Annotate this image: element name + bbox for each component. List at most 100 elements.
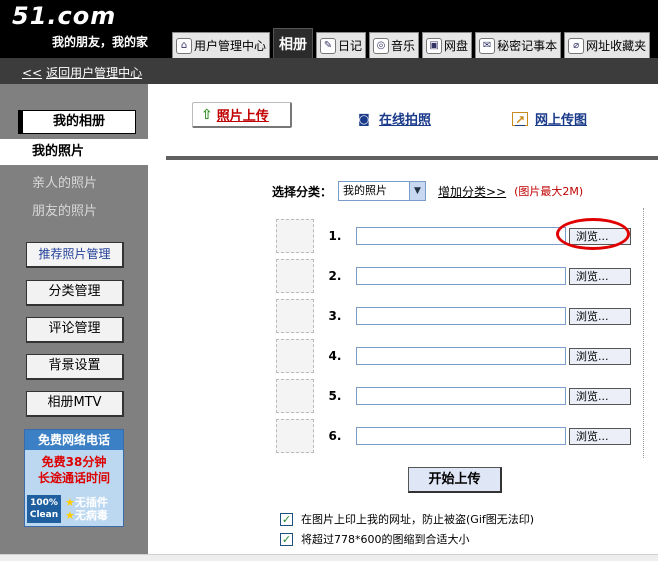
browse-button[interactable]: 浏览... [569, 267, 631, 285]
tab-label: 秘密记事本 [497, 39, 558, 53]
photo-thumbnail [276, 379, 314, 413]
tab-music[interactable]: ◎ 音乐 [369, 32, 420, 58]
photo-thumbnail [276, 259, 314, 293]
resize-option[interactable]: ✓ 将超过778*600的图缩到合适大小 [280, 531, 470, 547]
ad-line-2: 长途通话时间 [37, 471, 110, 485]
web-upload-link[interactable]: ↗ 网上传图 [512, 109, 587, 128]
picture-icon: ↗ [512, 111, 528, 127]
category-select[interactable]: 我的照片 ▼ [338, 181, 427, 201]
site-logo[interactable]: 51.com [12, 2, 172, 32]
tab-label: 相册 [279, 36, 308, 53]
notebook-icon: ✎ [320, 37, 337, 54]
checkmark-icon[interactable]: ✓ [280, 512, 293, 526]
tab-bookmarks[interactable]: ⌀ 网址收藏夹 [564, 32, 651, 58]
online-photo-link[interactable]: ◙ 在线拍照 [356, 109, 432, 129]
sidebar-item-friend-photos[interactable]: 朋友的照片 [32, 200, 97, 219]
camera-icon: ◙ [358, 111, 370, 126]
watermark-option-label: 在图片上印上我的网址，防止被盗(Gif图无法印) [301, 513, 535, 526]
highlight-annotation-circle [556, 218, 630, 250]
ad-line-1: 免费38分钟 [41, 455, 107, 469]
sub-nav-bar: << 返回用户管理中心 [0, 58, 658, 84]
resize-option-label: 将超过778*600的图缩到合适大小 [301, 533, 470, 546]
row-number: 3. [328, 309, 342, 323]
tab-user-center[interactable]: ⌂ 用户管理中心 [172, 32, 271, 58]
row-number: 1. [328, 229, 342, 243]
file-path-input[interactable] [356, 347, 566, 365]
watermark-option[interactable]: ✓ 在图片上印上我的网址，防止被盗(Gif图无法印) [280, 511, 534, 527]
main-tabs: ⌂ 用户管理中心 相册 ✎ 日记 ◎ 音乐 ▣ 网盘 ✉ 秘密记事本 ⌀ 网址收… [172, 28, 653, 58]
max-size-note: (图片最大2M) [514, 185, 584, 198]
add-category-link[interactable]: 增加分类>> [438, 183, 506, 200]
chevron-down-icon[interactable]: ▼ [409, 182, 426, 200]
category-select-value: 我的照片 [343, 184, 388, 197]
tab-netdisk[interactable]: ▣ 网盘 [422, 32, 473, 58]
file-path-input[interactable] [356, 427, 566, 445]
tab-label: 网址收藏夹 [586, 39, 647, 53]
row-number: 4. [328, 349, 342, 363]
free-call-ad-banner[interactable]: 免费网络电话 免费38分钟 长途通话时间 100% Clean ★无插件 ★无病… [24, 429, 124, 527]
online-photo-label: 在线拍照 [379, 113, 432, 128]
file-row-4: 4. 浏览... [276, 339, 631, 373]
tab-label: 日记 [338, 39, 363, 53]
recommended-photos-button[interactable]: 推荐照片管理 [26, 242, 124, 268]
file-row-6: 6. 浏览... [276, 419, 631, 453]
photo-thumbnail [276, 219, 314, 253]
row-number: 5. [328, 389, 342, 403]
back-link-label: 返回用户管理中心 [46, 66, 143, 80]
browse-button[interactable]: 浏览... [569, 347, 631, 365]
checkmark-icon[interactable]: ✓ [280, 532, 293, 546]
ad-tag-1: 无插件 [74, 496, 108, 509]
browse-button[interactable]: 浏览... [569, 307, 631, 325]
sidebar-item-family-photos[interactable]: 亲人的照片 [32, 172, 97, 191]
browse-button[interactable]: 浏览... [569, 427, 631, 445]
disk-icon: ▣ [426, 37, 443, 54]
clean-badge: 100% Clean [27, 495, 61, 523]
file-path-input[interactable] [356, 387, 566, 405]
category-row: 选择分类： 我的照片 ▼ 增加分类>> (图片最大2M) [272, 181, 583, 201]
ad-tags: ★无插件 ★无病毒 [65, 496, 108, 522]
tab-album[interactable]: 相册 [273, 28, 314, 58]
row-number: 6. [328, 429, 342, 443]
browse-button[interactable]: 浏览... [569, 387, 631, 405]
tab-diary[interactable]: ✎ 日记 [316, 32, 367, 58]
bottom-strip [0, 554, 658, 561]
main-content: ⇧ 照片上传 ◙ 在线拍照 ↗ 网上传图 选择分类： 我的照片 ▼ 增加分类>>… [148, 84, 658, 554]
sidebar-item-my-photos[interactable]: 我的照片 [0, 139, 148, 165]
file-row-5: 5. 浏览... [276, 379, 631, 413]
file-path-input[interactable] [356, 267, 566, 285]
photo-thumbnail [276, 419, 314, 453]
star-icon: ★ [65, 496, 75, 509]
site-slogan: 我的朋友，我的家 [52, 35, 149, 49]
file-row-2: 2. 浏览... [276, 259, 631, 293]
web-upload-label: 网上传图 [535, 113, 588, 128]
tab-label: 音乐 [391, 39, 416, 53]
paperclip-icon: ⌀ [568, 37, 585, 54]
row-number: 2. [328, 269, 342, 283]
ad-tag-2: 无病毒 [74, 509, 108, 522]
left-sidebar: 我的相册 我的照片 亲人的照片 朋友的照片 推荐照片管理 分类管理 评论管理 背… [0, 84, 148, 554]
divider [166, 156, 658, 160]
category-management-button[interactable]: 分类管理 [26, 280, 124, 306]
comment-management-button[interactable]: 评论管理 [26, 317, 124, 343]
album-title: 我的相册 [18, 110, 136, 134]
ad-title: 免费网络电话 [25, 430, 123, 450]
file-path-input[interactable] [356, 307, 566, 325]
house-icon: ⌂ [176, 37, 192, 54]
tab-label: 网盘 [444, 39, 469, 53]
start-upload-button[interactable]: 开始上传 [408, 467, 502, 493]
album-mtv-button[interactable]: 相册MTV [26, 391, 124, 417]
dotted-separator [643, 208, 644, 458]
ad-footer: 100% Clean ★无插件 ★无病毒 [27, 494, 121, 524]
back-to-user-center-link[interactable]: << 返回用户管理中心 [22, 64, 142, 81]
file-row-3: 3. 浏览... [276, 299, 631, 333]
ad-text: 免费38分钟 长途通话时间 [25, 450, 123, 486]
tab-label: 用户管理中心 [194, 39, 267, 53]
file-path-input[interactable] [356, 227, 566, 245]
double-left-arrow-icon: << [22, 66, 43, 80]
photo-upload-tab[interactable]: ⇧ 照片上传 [192, 102, 292, 128]
background-settings-button[interactable]: 背景设置 [26, 354, 124, 380]
photo-thumbnail [276, 339, 314, 373]
category-label: 选择分类： [272, 184, 333, 199]
tab-secret-notebook[interactable]: ✉ 秘密记事本 [475, 32, 562, 58]
up-arrow-icon: ⇧ [201, 106, 213, 123]
